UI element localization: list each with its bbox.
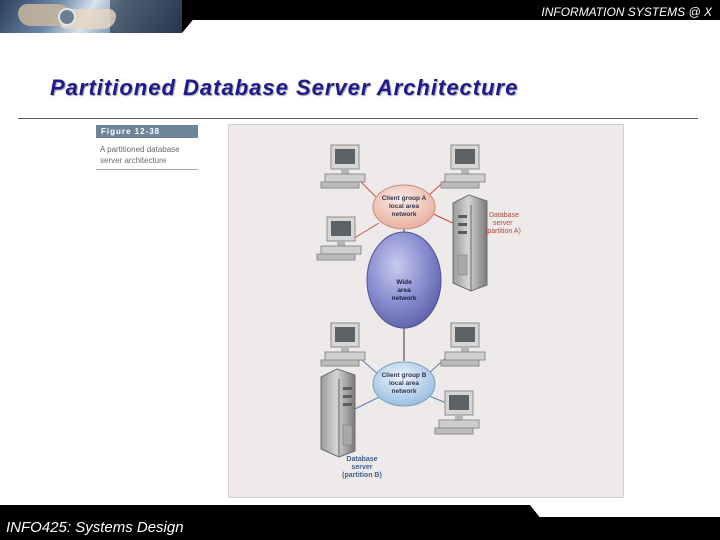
client-group-a-label-2: local area [389, 203, 419, 210]
footer-title: INFO425: Systems Design [6, 519, 184, 536]
footer-accent [530, 505, 720, 517]
header-title: INFORMATION SYSTEMS @ X [541, 5, 712, 19]
client-pc-icon [434, 390, 480, 435]
figure-label: Figure 12-38 [96, 125, 198, 138]
wan-label-3: network [392, 295, 417, 302]
title-divider [18, 118, 698, 119]
database-server-a-icon [452, 194, 488, 292]
figure-caption: A partitioned database server architectu… [100, 144, 200, 166]
slide-title: Partitioned Database Server Architecture [50, 75, 519, 100]
client-group-b-label-1: Client group B [382, 372, 427, 379]
server-a-label-3: (partition A) [485, 228, 521, 235]
client-group-a-label-1: Client group A [382, 195, 427, 202]
header-photo [0, 0, 182, 33]
client-pc-icon [440, 322, 486, 367]
header-accent [182, 20, 720, 33]
wan-label-1: Wide [396, 279, 412, 286]
figure-caption-divider [96, 169, 198, 170]
network-diagram-svg: Client group A local area network Wide a… [316, 144, 521, 479]
client-pc-icon [320, 322, 366, 367]
network-diagram: Client group A local area network Wide a… [228, 124, 624, 498]
client-group-b-label-2: local area [389, 380, 419, 387]
server-b-label-1: Database [346, 456, 377, 463]
figure-caption-line2: server architecture [100, 156, 167, 165]
client-pc-icon [320, 144, 366, 189]
client-pc-icon [440, 144, 486, 189]
wan-label-2: area [397, 287, 411, 294]
server-b-label-2: server [351, 464, 372, 471]
server-a-label-2: server [493, 220, 513, 227]
server-b-label-3: (partition B) [342, 472, 382, 479]
figure-caption-line1: A partitioned database [100, 145, 180, 154]
client-group-a-label-3: network [392, 211, 417, 218]
server-a-label-1: Database [489, 212, 519, 219]
client-group-b-label-3: network [392, 388, 417, 395]
client-pc-icon [316, 216, 362, 261]
database-server-b-icon [320, 368, 356, 458]
